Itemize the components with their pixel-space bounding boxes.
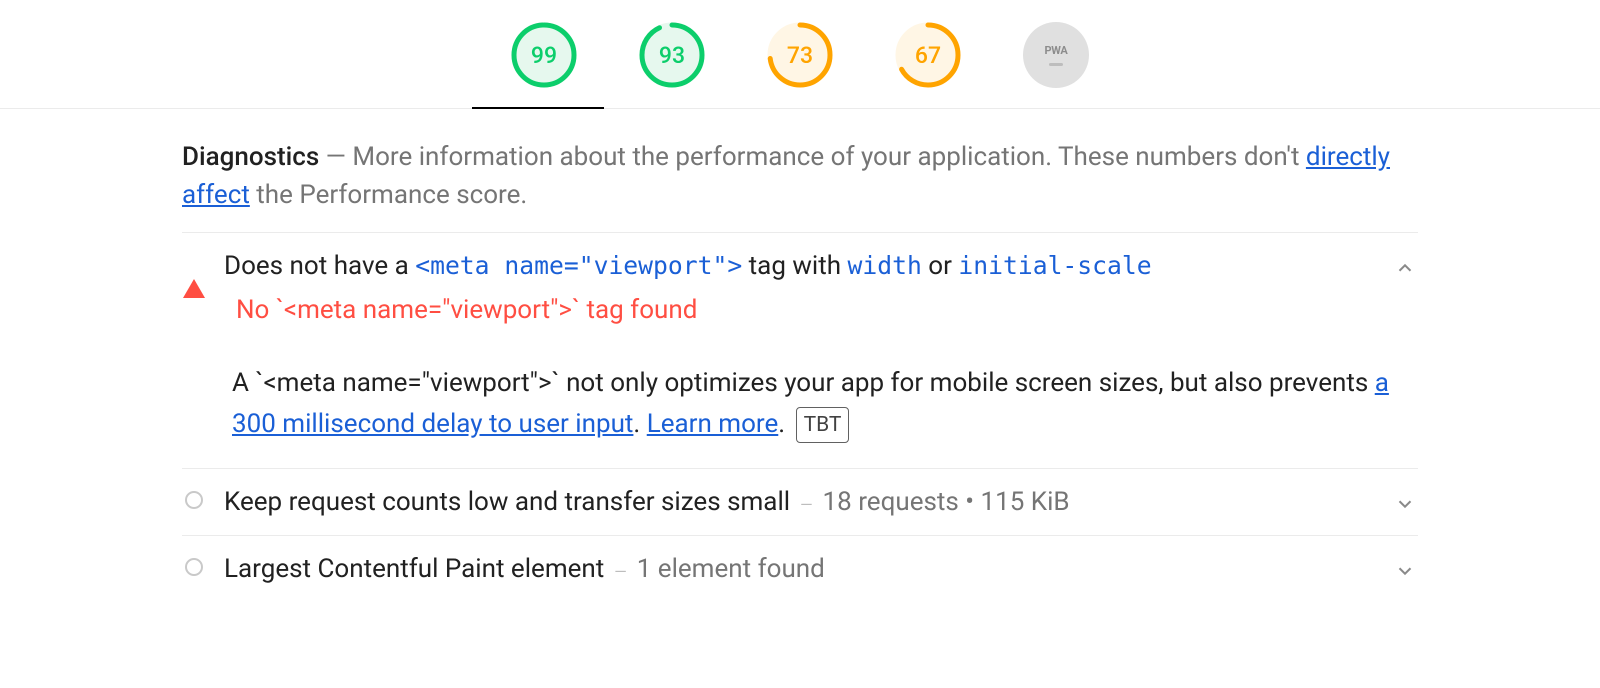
audit-desc-text: A `<meta name="viewport">` not only opti… [232,368,1375,398]
audit-subinfo: 18 requests • 115 KiB [823,487,1070,517]
learn-more-link[interactable]: Learn more [647,409,779,439]
gauge-value: 73 [767,22,833,88]
audit-desc-text: . [778,409,791,439]
gauge-value: 93 [639,22,705,88]
score-gauge-pwa[interactable]: PWA [1020,22,1092,88]
neutral-circle-icon [182,558,206,576]
audit-title-text: or [922,251,959,281]
pwa-label: PWA [1045,44,1068,57]
gauge-icon: 93 [639,22,705,88]
chevron-up-icon[interactable] [1394,257,1418,279]
dash-icon [1049,63,1063,66]
score-gauge-performance[interactable]: 99 [508,22,580,88]
gauge-icon: 99 [511,22,577,88]
audit-lcp-element: Largest Contentful Paint element — 1 ele… [182,536,1418,602]
score-gauge-seo[interactable]: 67 [892,22,964,88]
diagnostics-heading: Diagnostics [182,142,319,172]
metric-tag-chip: TBT [796,407,850,444]
audit-request-counts: Keep request counts low and transfer siz… [182,469,1418,536]
neutral-circle-icon [182,491,206,509]
audit-title: Largest Contentful Paint element [224,554,604,584]
audit-title-code: width [848,251,922,280]
diagnostics-header: Diagnostics — More information about the… [182,139,1418,233]
audit-title: Keep request counts low and transfer siz… [224,487,790,517]
audit-header-row[interactable]: Largest Contentful Paint element — 1 ele… [182,554,1418,584]
score-gauge-accessibility[interactable]: 93 [636,22,708,88]
audit-title: Does not have a <meta name="viewport"> t… [224,251,1376,281]
audit-subinfo: 1 element found [637,554,825,584]
diagnostics-section: Diagnostics — More information about the… [182,109,1418,602]
audit-header-row[interactable]: Keep request counts low and transfer siz… [182,487,1418,517]
pwa-icon: PWA [1023,22,1089,88]
gauge-icon: 73 [767,22,833,88]
diagnostics-desc-suffix: the Performance score. [250,180,527,210]
gauge-value: 67 [895,22,961,88]
audit-header-row[interactable]: Does not have a <meta name="viewport"> t… [182,251,1418,325]
audit-title-code: <meta name="viewport"> [415,251,742,280]
audit-title-text: Does not have a [224,251,415,281]
audit-viewport: Does not have a <meta name="viewport"> t… [182,233,1418,469]
chevron-down-icon[interactable] [1394,560,1418,582]
dash-separator: — [794,495,819,514]
audit-error-message: No `<meta name="viewport">` tag found [236,295,1376,325]
gauge-value: 99 [511,22,577,88]
audit-title-text: tag with [742,251,847,281]
audit-description: A `<meta name="viewport">` not only opti… [232,363,1418,444]
active-tab-underline [472,107,604,109]
chevron-down-icon[interactable] [1394,493,1418,515]
category-scores-row: 99 93 73 [0,0,1600,109]
fail-triangle-icon [182,279,206,298]
gauge-icon: 67 [895,22,961,88]
audit-desc-text: . [633,409,646,439]
audit-title-code: initial-scale [958,251,1151,280]
diagnostics-desc-prefix: — More information about the performance… [319,142,1306,172]
score-gauge-best-practices[interactable]: 73 [764,22,836,88]
dash-separator: — [608,562,633,581]
